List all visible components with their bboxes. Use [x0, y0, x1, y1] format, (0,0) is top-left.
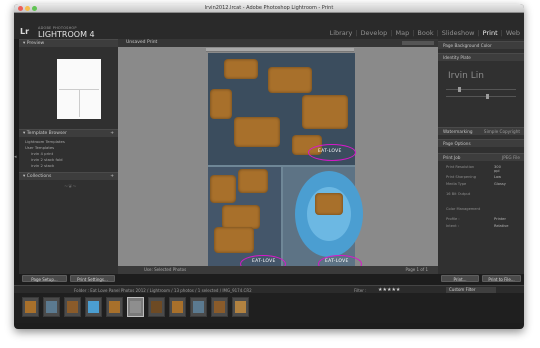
page-preview	[57, 59, 101, 119]
filmstrip-thumbnail[interactable]	[64, 297, 81, 317]
print-page: EAT-LOVE EAT-LOVE EAT-LOVE	[208, 53, 363, 273]
print-job-header[interactable]: Print Job JPEG File	[438, 153, 524, 161]
brand-title: LIGHTROOM 4	[38, 30, 95, 39]
print-settings-button[interactable]: Print Settings...	[70, 275, 115, 282]
print-button[interactable]: Print...	[441, 275, 479, 282]
print-resolution-row[interactable]: Print Resolution 300 ppi	[446, 165, 501, 173]
window-title: Irvin2012.lrcat - Adobe Photoshop Lightr…	[204, 5, 334, 11]
left-panel-toggle-icon[interactable]: ◂	[14, 154, 17, 160]
filmstrip	[14, 293, 524, 323]
filmstrip-thumbnail[interactable]	[85, 297, 102, 317]
filmstrip-thumbnail[interactable]	[127, 297, 144, 317]
title-bar: Irvin2012.lrcat - Adobe Photoshop Lightr…	[14, 4, 524, 13]
right-panel: Page Background Color Identity Plate Irv…	[438, 39, 524, 282]
identity-plate-bar: Lr ADOBE PHOTOSHOP LIGHTROOM 4 Library | …	[14, 13, 524, 39]
filter-label: Filter :	[354, 287, 367, 293]
left-panel: ▾ Preview ▾ Template Browser + Lightroom …	[19, 39, 118, 282]
canvas-toolbar: Unsaved Print	[118, 39, 438, 47]
bit-output-row[interactable]: 16 Bit Output	[446, 192, 470, 196]
page-badge	[402, 41, 434, 45]
photo-cell-bottom-left[interactable]: EAT-LOVE	[208, 167, 281, 269]
filmstrip-thumbnail[interactable]	[169, 297, 186, 317]
ruler	[206, 48, 354, 52]
module-print[interactable]: Print	[483, 29, 498, 37]
lr-logo-icon: Lr	[20, 27, 30, 36]
page-counter: Page 1 of 1	[405, 267, 428, 272]
collections-header[interactable]: ▾ Collections +	[19, 172, 118, 180]
page-background-header[interactable]: Page Background Color	[438, 41, 524, 49]
filmstrip-toolbar: Folder : Eat Love Panel Photos 2012 / Li…	[14, 285, 524, 293]
filmstrip-thumbnail[interactable]	[232, 297, 249, 317]
filmstrip-thumbnail[interactable]	[148, 297, 165, 317]
module-map[interactable]: Map	[395, 29, 409, 37]
module-picker: Library | Develop | Map | Book | Slideshow | …	[329, 29, 520, 37]
module-library[interactable]: Library	[330, 29, 353, 37]
opacity-slider[interactable]	[446, 87, 516, 92]
canvas-footer: Use: Selected Photos Page 1 of 1	[118, 266, 438, 274]
scale-slider[interactable]	[446, 94, 516, 99]
collections-ornament-icon: ~❦~	[64, 184, 77, 190]
media-type-row[interactable]: Media Type Glossy	[446, 182, 506, 186]
page-options-header[interactable]: Page Options	[438, 139, 524, 147]
print-sharpening-row[interactable]: Print Sharpening Low	[446, 175, 501, 179]
preview-header[interactable]: ▾ Preview	[19, 39, 118, 47]
module-develop[interactable]: Develop	[361, 29, 388, 37]
module-slideshow[interactable]: Slideshow	[442, 29, 475, 37]
profile-row[interactable]: Profile : Printer	[446, 217, 506, 221]
filmstrip-thumbnail[interactable]	[43, 297, 60, 317]
intent-row[interactable]: Intent : Relative	[446, 224, 509, 228]
filmstrip-thumbnail[interactable]	[106, 297, 123, 317]
identity-plate-text: Irvin Lin	[448, 71, 484, 81]
print-canvas: Unsaved Print EAT-LOVE EAT-LOVE EAT-LOVE…	[118, 39, 438, 274]
highlight-oval	[308, 144, 356, 161]
use-selected-photos[interactable]: Use: Selected Photos	[144, 267, 186, 272]
filmstrip-thumbnail[interactable]	[211, 297, 228, 317]
template-list: Lightroom Templates User Templates irvin…	[25, 139, 65, 169]
watermarking-header[interactable]: Watermarking Simple Copyright	[438, 127, 524, 135]
module-web[interactable]: Web	[506, 29, 520, 37]
photo-cell-bottom-right[interactable]: EAT-LOVE	[283, 167, 363, 269]
color-management-row: Color Management	[446, 207, 481, 211]
print-to-file-button[interactable]: Print to File...	[482, 275, 521, 282]
template-item[interactable]: irvin 2 stack	[25, 163, 65, 169]
page-setup-button[interactable]: Page Setup...	[22, 275, 67, 282]
lightroom-window: Irvin2012.lrcat - Adobe Photoshop Lightr…	[14, 4, 524, 329]
module-book[interactable]: Book	[417, 29, 433, 37]
template-browser-header[interactable]: ▾ Template Browser +	[19, 129, 118, 137]
filmstrip-thumbnail[interactable]	[190, 297, 207, 317]
identity-plate-header[interactable]: Identity Plate	[438, 53, 524, 61]
filmstrip-thumbnail[interactable]	[22, 297, 39, 317]
